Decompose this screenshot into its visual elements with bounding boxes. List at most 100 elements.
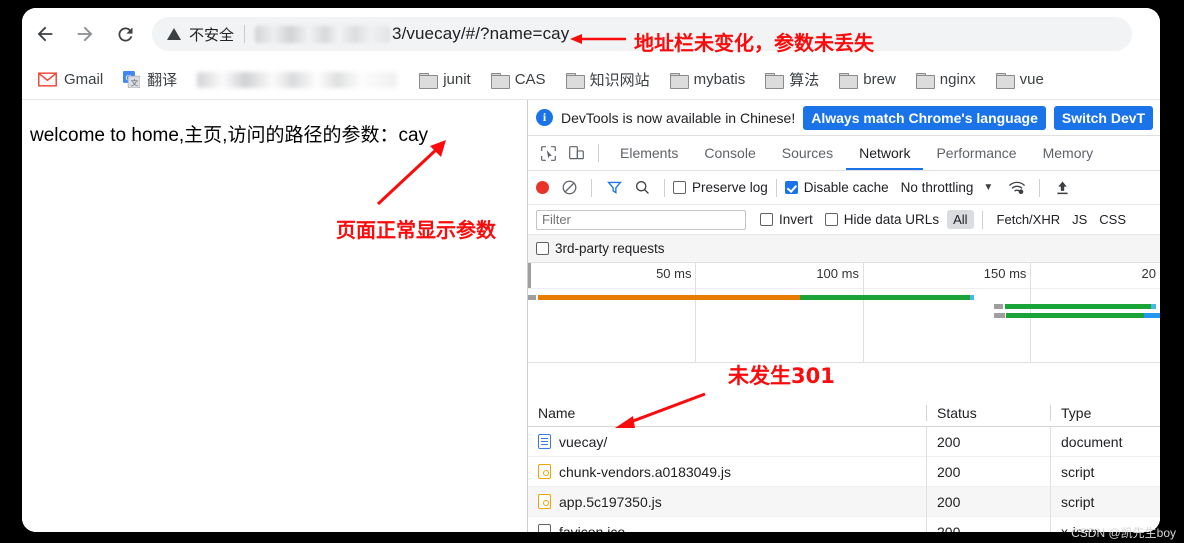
record-dot-icon[interactable]	[536, 181, 549, 194]
inspect-cursor-icon	[540, 145, 556, 161]
chevron-down-icon[interactable]: ▼	[983, 182, 993, 193]
switch-devtools-language-button[interactable]: Switch DevT	[1053, 105, 1154, 130]
inspect-element-button[interactable]	[534, 140, 562, 166]
redacted-bookmarks	[197, 71, 398, 88]
waterfall-segment	[1005, 304, 1151, 309]
script-icon	[538, 494, 551, 509]
script-icon	[538, 464, 551, 479]
overview-tick-label: 150 ms	[983, 266, 1027, 281]
page-body-text: welcome to home,主页,访问的路径的参数：cay	[30, 125, 429, 146]
info-icon: i	[536, 109, 553, 126]
type-filter-js[interactable]: JS	[1066, 210, 1093, 229]
type-filter-css[interactable]: CSS	[1093, 210, 1132, 229]
bookmark-label: brew	[863, 71, 896, 88]
waterfall-segment	[1143, 313, 1160, 318]
import-har-button[interactable]	[1048, 175, 1076, 201]
column-header-type[interactable]: Type	[1050, 404, 1160, 421]
tab-elements[interactable]: Elements	[607, 136, 691, 170]
clear-requests-button[interactable]	[555, 175, 583, 201]
devtools-tabbar: Elements Console Sources Network Perform…	[528, 136, 1160, 171]
disable-cache-label: Disable cache	[803, 180, 889, 195]
bookmark-label: nginx	[939, 71, 976, 88]
third-party-requests-label: 3rd-party requests	[555, 241, 665, 256]
network-filter-row: Invert Hide data URLs All Fetch/XHR JS C…	[528, 205, 1160, 235]
back-button[interactable]	[28, 17, 62, 51]
network-conditions-button[interactable]	[1003, 175, 1031, 201]
bookmark-label: Gmail	[64, 71, 104, 88]
hide-data-urls-checkbox[interactable]: Hide data URLs	[824, 212, 939, 227]
annotation-addressbar: 地址栏未变化，参数未丢失	[634, 31, 874, 55]
bookmark-gmail[interactable]: Gmail	[38, 71, 103, 88]
throttling-select[interactable]: No throttling	[901, 180, 974, 195]
toolbar-divider	[981, 210, 983, 229]
tab-sources[interactable]: Sources	[769, 136, 846, 170]
tab-memory[interactable]: Memory	[1030, 136, 1107, 170]
arrow-right-icon	[77, 26, 93, 42]
upload-arrow-icon	[1057, 181, 1068, 195]
request-status: 200	[926, 516, 1050, 532]
request-status: 200	[926, 426, 1050, 457]
toolbar-divider	[775, 178, 777, 197]
checkbox-box	[784, 181, 798, 194]
bookmark-cas[interactable]: CAS	[490, 71, 546, 89]
security-label: 不安全	[189, 26, 235, 44]
overview-ruler: 50 ms 100 ms 150 ms 20	[528, 263, 1160, 362]
folder-icon	[565, 72, 585, 89]
filter-toggle-button[interactable]	[600, 175, 628, 201]
bookmark-algorithms[interactable]: 算法	[765, 69, 819, 90]
waterfall-segment	[528, 295, 536, 300]
web-page-viewport: welcome to home,主页,访问的路径的参数：cay	[22, 100, 528, 532]
invert-checkbox[interactable]: Invert	[760, 212, 813, 227]
toolbar-divider	[1039, 178, 1041, 197]
reload-button[interactable]	[108, 17, 142, 51]
table-row[interactable]: chunk-vendors.a0183049.js 200 script	[528, 456, 1160, 487]
bookmark-knowledge-sites[interactable]: 知识网站	[565, 69, 650, 90]
preserve-log-checkbox[interactable]: Preserve log	[673, 180, 768, 195]
other-icon	[538, 524, 551, 532]
forward-button[interactable]	[68, 17, 102, 51]
requests-table: Name Status Type vuecay/ 200 document ch…	[528, 399, 1160, 532]
request-status: 200	[926, 456, 1050, 487]
filter-input[interactable]	[536, 209, 746, 230]
content-area: welcome to home,主页,访问的路径的参数：cay i DevToo…	[22, 100, 1160, 532]
table-row[interactable]: vuecay/ 200 document	[528, 426, 1160, 457]
folder-icon	[669, 72, 689, 89]
bookmark-vue[interactable]: vue	[995, 71, 1044, 89]
bookmark-translate[interactable]: G 文 翻译	[123, 69, 177, 90]
request-status: 200	[926, 486, 1050, 517]
search-button[interactable]	[628, 175, 656, 201]
folder-icon	[995, 72, 1015, 89]
waterfall-row	[528, 295, 1160, 300]
waterfall-segment	[1150, 304, 1156, 309]
table-row[interactable]: favicon.ico 200 x-icon	[528, 516, 1160, 533]
bookmark-junit[interactable]: junit	[419, 71, 471, 89]
type-filter-all[interactable]: All	[947, 210, 974, 229]
device-toolbar-button[interactable]	[562, 140, 590, 166]
table-row[interactable]: app.5c197350.js 200 script	[528, 486, 1160, 517]
request-name: app.5c197350.js	[559, 493, 662, 510]
request-name: favicon.ico	[559, 523, 626, 533]
column-header-status[interactable]: Status	[926, 404, 1050, 421]
third-party-requests-checkbox[interactable]: 3rd-party requests	[536, 241, 665, 256]
network-overview[interactable]: 50 ms 100 ms 150 ms 20	[528, 263, 1160, 363]
bookmark-nginx[interactable]: nginx	[915, 71, 976, 89]
bookmark-mybatis[interactable]: mybatis	[669, 71, 745, 89]
preserve-log-label: Preserve log	[692, 180, 768, 195]
tab-console[interactable]: Console	[691, 136, 768, 170]
type-filter-fetch-xhr[interactable]: Fetch/XHR	[991, 210, 1067, 229]
checkbox-box	[824, 213, 838, 226]
column-header-name[interactable]: Name	[528, 405, 926, 421]
svg-text:文: 文	[131, 77, 139, 87]
devtools-locale-banner: i DevTools is now available in Chinese! …	[528, 100, 1160, 136]
tab-network[interactable]: Network	[846, 136, 924, 170]
request-type: script	[1050, 486, 1160, 517]
disable-cache-checkbox[interactable]: Disable cache	[784, 180, 889, 195]
clear-prohibited-icon	[562, 180, 576, 195]
bookmark-brew[interactable]: brew	[839, 71, 896, 89]
browser-toolbar: 不安全 3/vuecay/#/?name=cay	[22, 8, 1160, 60]
tab-performance[interactable]: Performance	[923, 136, 1029, 170]
overview-tick-label: 50 ms	[656, 266, 692, 281]
security-indicator[interactable]: 不安全	[166, 24, 234, 45]
always-match-language-button[interactable]: Always match Chrome's language	[803, 105, 1046, 130]
waterfall-row	[528, 313, 1160, 318]
